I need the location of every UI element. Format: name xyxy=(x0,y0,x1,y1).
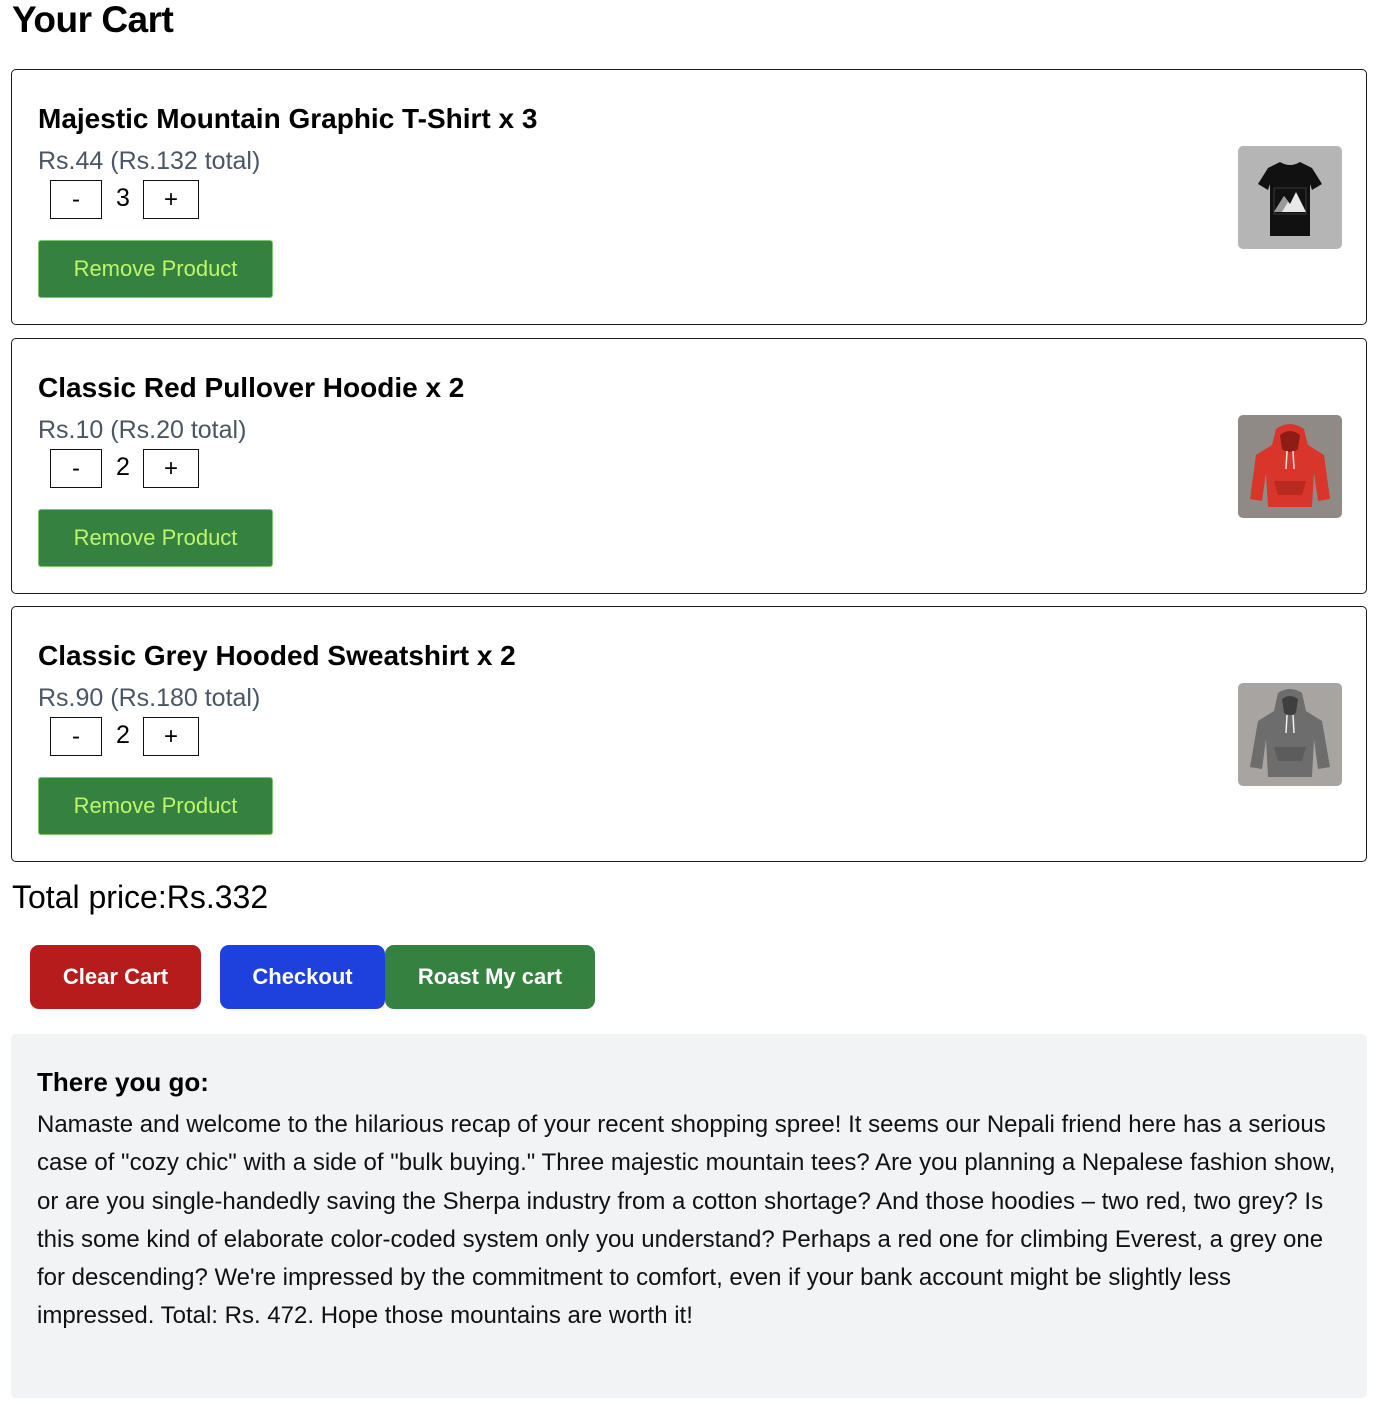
remove-product-button[interactable]: Remove Product xyxy=(38,777,273,835)
black-mountain-tshirt-icon xyxy=(1238,146,1342,249)
increase-quantity-button[interactable]: + xyxy=(143,717,199,756)
quantity-value: 3 xyxy=(116,184,130,212)
page-title: Your Cart xyxy=(12,0,174,40)
grey-hoodie-icon xyxy=(1238,683,1342,786)
decrease-quantity-button[interactable]: - xyxy=(50,180,102,219)
red-hoodie-icon xyxy=(1238,415,1342,518)
product-price: Rs.10 (Rs.20 total) xyxy=(38,416,247,444)
decrease-quantity-button[interactable]: - xyxy=(50,717,102,756)
product-price: Rs.90 (Rs.180 total) xyxy=(38,684,261,712)
roast-text: Namaste and welcome to the hilarious rec… xyxy=(37,1111,1336,1330)
cart-item: Majestic Mountain Graphic T-Shirt x 3 Rs… xyxy=(11,69,1367,325)
clear-cart-button[interactable]: Clear Cart xyxy=(30,945,201,1009)
roast-my-cart-button[interactable]: Roast My cart xyxy=(385,945,595,1009)
cart-item: Classic Grey Hooded Sweatshirt x 2 Rs.90… xyxy=(11,606,1367,862)
cart-item: Classic Red Pullover Hoodie x 2 Rs.10 (R… xyxy=(11,338,1367,594)
quantity-value: 2 xyxy=(116,453,130,481)
product-name: Majestic Mountain Graphic T-Shirt x 3 xyxy=(38,103,538,134)
remove-product-button[interactable]: Remove Product xyxy=(38,509,273,567)
roast-result-panel: There you go: Namaste and welcome to the… xyxy=(11,1034,1367,1398)
product-name: Classic Red Pullover Hoodie x 2 xyxy=(38,372,465,403)
checkout-button[interactable]: Checkout xyxy=(220,945,385,1009)
decrease-quantity-button[interactable]: - xyxy=(50,449,102,488)
total-price: Total price:Rs.332 xyxy=(12,879,269,915)
remove-product-button[interactable]: Remove Product xyxy=(38,240,273,298)
product-name: Classic Grey Hooded Sweatshirt x 2 xyxy=(38,640,516,671)
increase-quantity-button[interactable]: + xyxy=(143,449,199,488)
roast-heading: There you go: xyxy=(37,1067,209,1097)
product-price: Rs.44 (Rs.132 total) xyxy=(38,147,261,175)
increase-quantity-button[interactable]: + xyxy=(143,180,199,219)
quantity-value: 2 xyxy=(116,721,130,749)
